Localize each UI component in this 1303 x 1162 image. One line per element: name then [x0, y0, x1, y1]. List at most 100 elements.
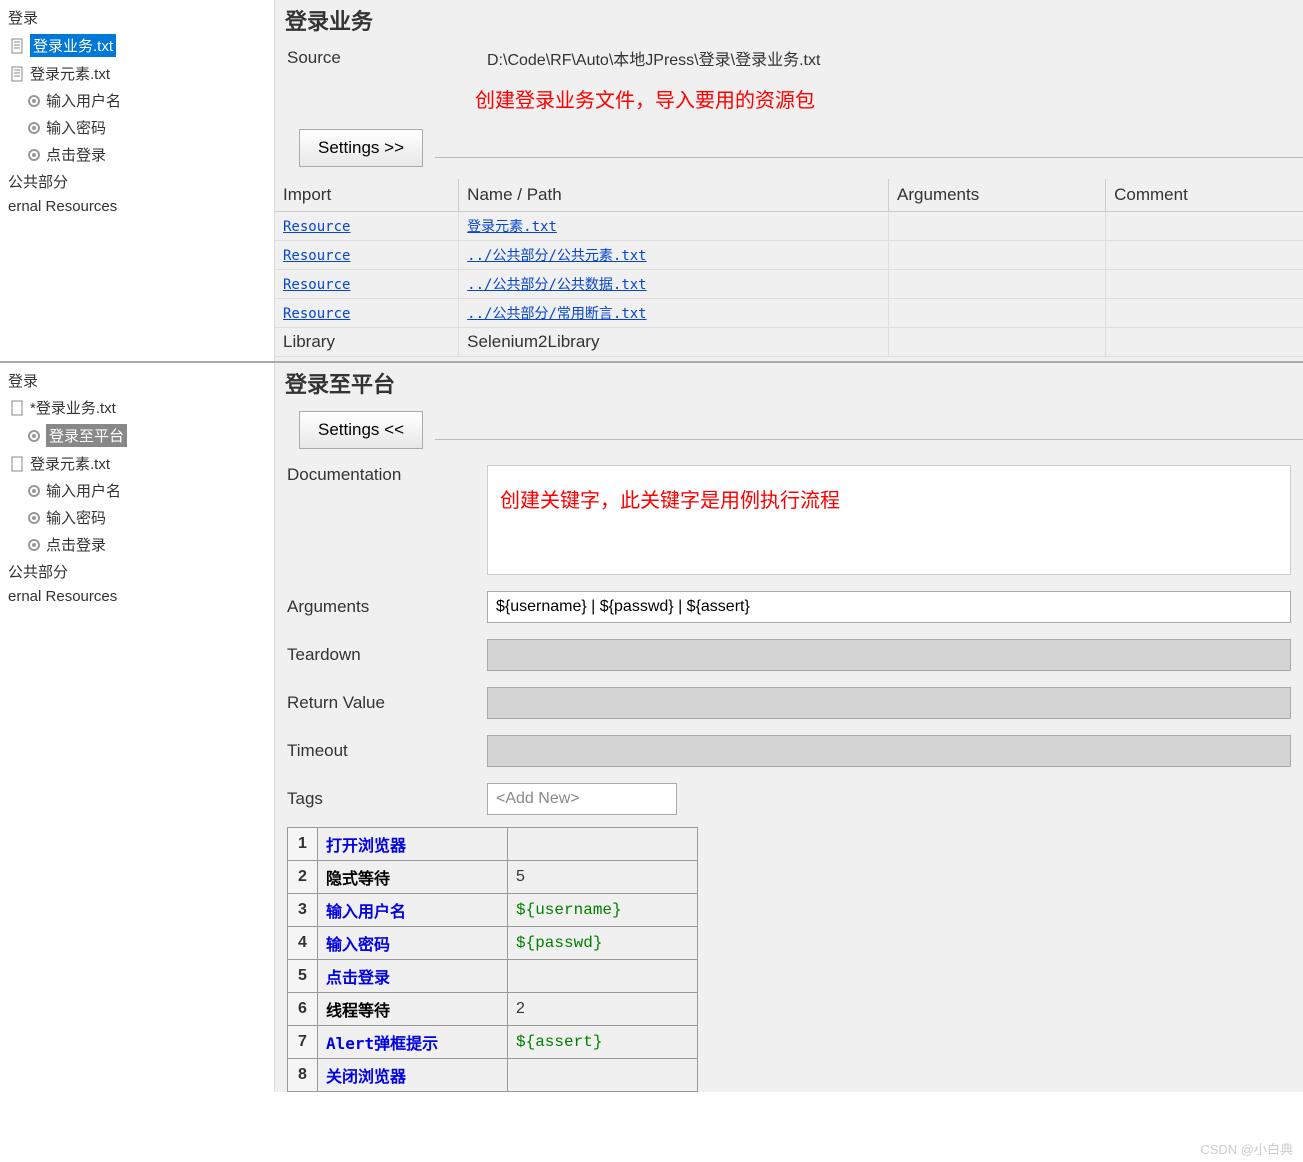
step-rownum: 6 [288, 993, 318, 1026]
header-bottom: 登录至平台 [275, 363, 1303, 403]
tree-folder-login2[interactable]: 登录 [0, 367, 274, 394]
main-top: 登录业务 Source D:\Code\RF\Auto\本地JPress\登录\… [275, 0, 1303, 361]
tree-item-clicklogin2[interactable]: 点击登录 [0, 531, 274, 558]
import-type-link[interactable]: Resource [283, 219, 350, 235]
steps-table: 1打开浏览器2隐式等待53输入用户名${username}4输入密码${pass… [287, 827, 698, 1092]
tree-external-resources[interactable]: ernal Resources [0, 195, 274, 218]
step-rownum: 7 [288, 1026, 318, 1059]
import-row[interactable]: Resource ../公共部分/常用断言.txt [275, 299, 1303, 328]
col-comment: Comment [1106, 179, 1303, 212]
step-row[interactable]: 8 关闭浏览器 [288, 1059, 698, 1092]
header-top: 登录业务 [275, 0, 1303, 40]
import-path-link[interactable]: ../公共部分/常用断言.txt [467, 306, 646, 322]
step-row[interactable]: 4 输入密码 ${passwd} [288, 927, 698, 960]
tree-item-logintoplatform[interactable]: 登录至平台 [0, 421, 274, 450]
tree-item-clicklogin[interactable]: 点击登录 [0, 141, 274, 168]
library-label: Library [275, 328, 459, 357]
step-arg[interactable]: 5 [516, 868, 525, 885]
step-row[interactable]: 1 打开浏览器 [288, 828, 698, 861]
step-keyword[interactable]: 打开浏览器 [326, 836, 406, 855]
red-note-top: 创建登录业务文件，导入要用的资源包 [475, 76, 1303, 121]
tree-item-loginelem[interactable]: 登录元素.txt [0, 60, 274, 87]
returnvalue-label: Return Value [287, 693, 487, 713]
gear-icon [26, 93, 42, 109]
step-arg[interactable]: ${assert} [516, 1033, 602, 1051]
imports-table: Import Name / Path Arguments Comment Res… [275, 179, 1303, 357]
gear-icon [26, 510, 42, 526]
step-arg-cell[interactable]: ${username} [508, 894, 698, 927]
gear-icon [26, 428, 42, 444]
timeout-input[interactable] [487, 735, 1291, 767]
step-rownum: 8 [288, 1059, 318, 1092]
tree-external-resources2[interactable]: ernal Resources [0, 585, 274, 608]
step-arg-cell[interactable]: 5 [508, 861, 698, 894]
step-keyword[interactable]: 线程等待 [326, 1001, 390, 1020]
step-keyword[interactable]: 输入密码 [326, 935, 390, 954]
settings-collapse-button[interactable]: Settings << [299, 411, 423, 449]
step-arg-cell[interactable] [508, 828, 698, 861]
step-arg[interactable]: 2 [516, 1000, 525, 1017]
gear-icon [26, 483, 42, 499]
timeout-label: Timeout [287, 741, 487, 761]
col-name: Name / Path [459, 179, 889, 212]
import-row[interactable]: Resource ../公共部分/公共数据.txt [275, 270, 1303, 299]
arguments-input[interactable] [487, 591, 1291, 623]
watermark: CSDN @小白典 [1200, 1139, 1293, 1158]
import-path-link[interactable]: ../公共部分/公共数据.txt [467, 277, 646, 293]
step-row[interactable]: 7 Alert弹框提示 ${assert} [288, 1026, 698, 1059]
step-row[interactable]: 5 点击登录 [288, 960, 698, 993]
arguments-label: Arguments [287, 597, 487, 617]
source-label: Source [287, 46, 487, 68]
gear-icon [26, 120, 42, 136]
tree-item-inputpwd2[interactable]: 输入密码 [0, 504, 274, 531]
tree-folder-login[interactable]: 登录 [0, 4, 274, 31]
returnvalue-input[interactable] [487, 687, 1291, 719]
source-value: D:\Code\RF\Auto\本地JPress\登录\登录业务.txt [487, 46, 1291, 70]
library-row[interactable]: Library Selenium2Library [275, 328, 1303, 357]
file-icon [10, 456, 26, 472]
tree-item-loginelem2[interactable]: 登录元素.txt [0, 450, 274, 477]
divider [435, 439, 1303, 440]
step-arg-cell[interactable] [508, 960, 698, 993]
tree-item-inputuser[interactable]: 输入用户名 [0, 87, 274, 114]
step-arg-cell[interactable]: ${assert} [508, 1026, 698, 1059]
sidebar-bottom: 登录 *登录业务.txt 登录至平台 登录元素.txt 输入用户名 [0, 363, 275, 1092]
tree-folder-public2[interactable]: 公共部分 [0, 558, 274, 585]
import-type-link[interactable]: Resource [283, 277, 350, 293]
step-row[interactable]: 6 线程等待 2 [288, 993, 698, 1026]
step-keyword[interactable]: 隐式等待 [326, 869, 390, 888]
divider [435, 157, 1303, 158]
step-rownum: 4 [288, 927, 318, 960]
documentation-box[interactable]: 创建关键字，此关键字是用例执行流程 [487, 465, 1291, 575]
step-rownum: 1 [288, 828, 318, 861]
step-keyword[interactable]: Alert弹框提示 [326, 1034, 438, 1053]
import-type-link[interactable]: Resource [283, 248, 350, 264]
import-row[interactable]: Resource ../公共部分/公共元素.txt [275, 241, 1303, 270]
import-type-link[interactable]: Resource [283, 306, 350, 322]
step-keyword[interactable]: 点击登录 [326, 968, 390, 987]
import-path-link[interactable]: 登录元素.txt [467, 219, 557, 235]
settings-expand-button[interactable]: Settings >> [299, 129, 423, 167]
tree-item-loginbiz-mod[interactable]: *登录业务.txt [0, 394, 274, 421]
import-path-link[interactable]: ../公共部分/公共元素.txt [467, 248, 646, 264]
import-row[interactable]: Resource 登录元素.txt [275, 212, 1303, 241]
step-rownum: 5 [288, 960, 318, 993]
step-keyword[interactable]: 关闭浏览器 [326, 1067, 406, 1086]
step-row[interactable]: 3输入用户名${username} [288, 894, 698, 927]
teardown-input[interactable] [487, 639, 1291, 671]
file-icon [10, 66, 26, 82]
step-rownum: 2 [288, 861, 318, 894]
step-arg-cell[interactable] [508, 1059, 698, 1092]
tree-folder-public[interactable]: 公共部分 [0, 168, 274, 195]
step-arg[interactable]: ${passwd} [516, 934, 602, 952]
step-arg-cell[interactable]: 2 [508, 993, 698, 1026]
tree-item-inputuser2[interactable]: 输入用户名 [0, 477, 274, 504]
tags-input[interactable] [487, 783, 677, 815]
step-arg-cell[interactable]: ${passwd} [508, 927, 698, 960]
tree-item-loginbiz[interactable]: 登录业务.txt [0, 31, 274, 60]
step-row[interactable]: 2 隐式等待 5 [288, 861, 698, 894]
step-arg[interactable]: ${username} [516, 901, 622, 919]
step-keyword[interactable]: 输入用户名 [326, 902, 406, 921]
red-note-bottom: 创建关键字，此关键字是用例执行流程 [488, 466, 1290, 531]
tree-item-inputpwd[interactable]: 输入密码 [0, 114, 274, 141]
